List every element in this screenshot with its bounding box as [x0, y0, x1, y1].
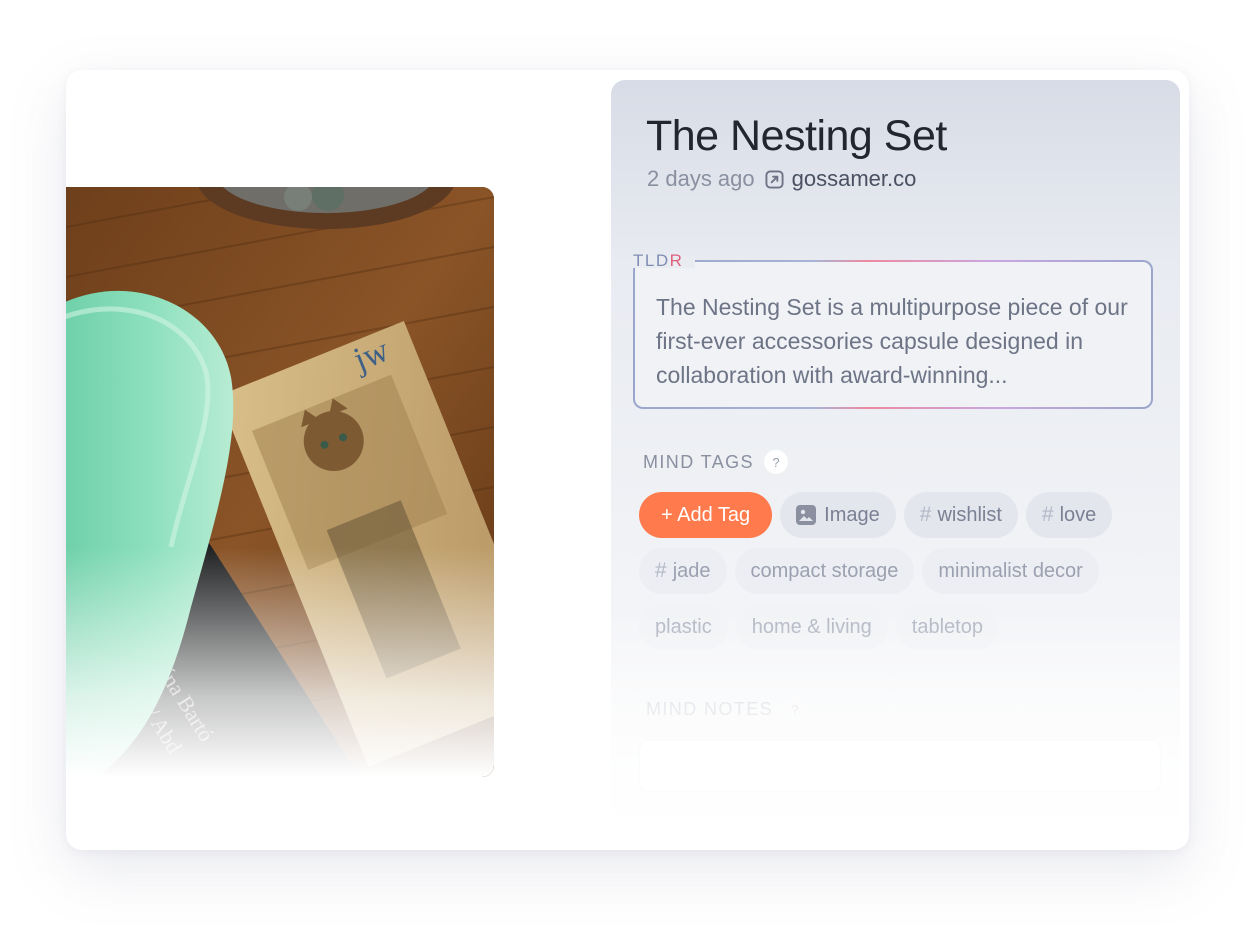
tag-label: love	[1059, 503, 1097, 526]
tag-tabletop[interactable]: tabletop	[895, 604, 999, 650]
tag-home-living[interactable]: home & living	[735, 604, 888, 650]
item-time: 2 days ago	[647, 166, 755, 191]
item-detail-card: Kristína Bartó Hlach / Abd van Mi jw The…	[66, 70, 1189, 850]
mind-tags-heading: MIND TAGS ?	[643, 450, 788, 474]
tag-image[interactable]: Image	[780, 492, 896, 538]
external-link-icon[interactable]	[765, 169, 784, 189]
mind-notes-input[interactable]	[639, 740, 1161, 792]
mind-tags-list: + Add Tag Image # wishlist # love # jade…	[639, 492, 1159, 660]
hash-icon: #	[1041, 503, 1054, 526]
tag-wishlist[interactable]: # wishlist	[903, 492, 1018, 538]
tag-label: wishlist	[937, 503, 1002, 526]
tag-love[interactable]: # love	[1025, 492, 1113, 538]
item-source-link[interactable]: gossamer.co	[792, 166, 917, 192]
tldr-box: The Nesting Set is a multipurpose piece …	[633, 260, 1153, 409]
item-image[interactable]: Kristína Bartó Hlach / Abd van Mi jw	[66, 187, 494, 777]
tag-image-label: Image	[824, 503, 880, 526]
mind-tags-label: MIND TAGS	[643, 451, 754, 472]
item-meta: 2 days ago gossamer.co	[647, 166, 916, 192]
item-title: The Nesting Set	[646, 112, 947, 160]
tag-plastic[interactable]: plastic	[639, 604, 728, 650]
help-icon[interactable]: ?	[783, 697, 808, 721]
tldr-text: The Nesting Set is a multipurpose piece …	[635, 262, 1151, 407]
tag-jade[interactable]: # jade	[639, 548, 727, 594]
mind-notes-heading: MIND NOTES ?	[646, 697, 808, 721]
tag-compact-storage[interactable]: compact storage	[734, 548, 915, 594]
help-icon[interactable]: ?	[763, 450, 788, 474]
image-fade-overlay	[66, 547, 494, 777]
details-panel: The Nesting Set 2 days ago gossamer.co T…	[611, 80, 1180, 850]
tag-minimalist-decor[interactable]: minimalist decor	[922, 548, 1099, 594]
mind-notes-label: MIND NOTES	[646, 698, 774, 719]
tldr-label-main: TLD	[633, 251, 670, 270]
tldr-label-accent: R	[669, 251, 684, 270]
image-icon	[796, 505, 817, 525]
tldr-label: TLDR	[633, 251, 683, 271]
hash-icon: #	[655, 559, 667, 582]
add-tag-button[interactable]: + Add Tag	[639, 492, 773, 538]
tag-label: jade	[672, 559, 711, 582]
hash-icon: #	[919, 503, 932, 526]
